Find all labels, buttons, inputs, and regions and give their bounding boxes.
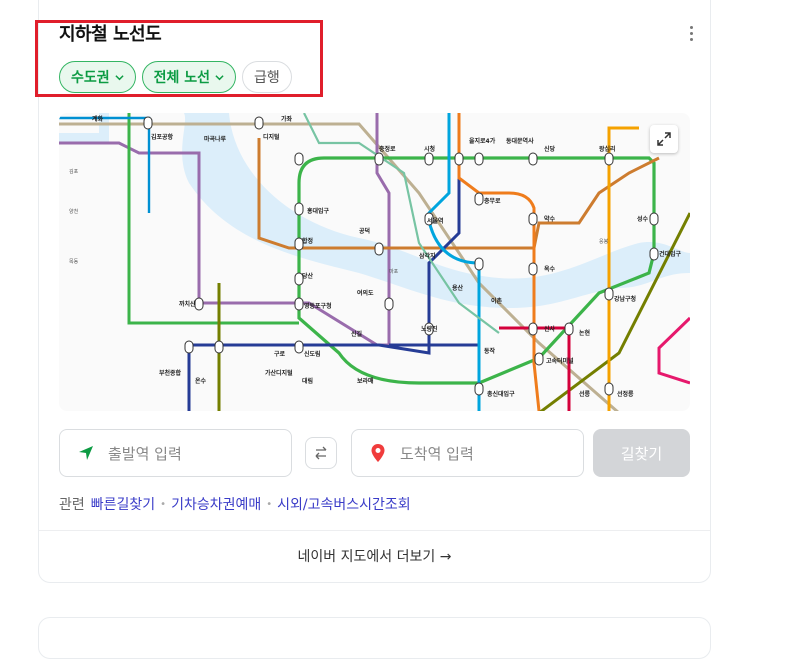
related-links: 관련 빠른길찾기 • 기차승차권예매 • 시외/고속버스시간조회 — [59, 494, 411, 514]
map-station-label: 건대입구 — [659, 250, 682, 258]
map-station-label: 충무로 — [484, 197, 501, 205]
map-station-label: 이촌 — [491, 297, 503, 305]
related-link-train-ticket[interactable]: 기차승차권예매 — [171, 494, 261, 514]
map-station-label: 을지로4가 — [469, 137, 496, 145]
location-arrow-icon — [79, 446, 93, 460]
highlight-box — [35, 20, 323, 97]
map-station-label: 부천종합 — [159, 369, 182, 377]
map-station-label: 고속터미널 — [546, 357, 574, 365]
map-station-label: 김포공항 — [151, 133, 174, 141]
map-station-label: 대림 — [302, 377, 313, 385]
map-station-label: 영등포구청 — [304, 302, 332, 310]
map-station-label: 보라매 — [357, 377, 374, 385]
map-station-label: 서울역 — [427, 217, 444, 225]
map-station-label: 동대문역사 — [506, 137, 534, 145]
map-station-label: 온수 — [195, 377, 207, 385]
map-station-label: 총신대입구 — [487, 390, 515, 398]
map-station-label: 공덕 — [359, 227, 370, 235]
map-station-label: 양천 — [69, 208, 79, 215]
map-station-label: 구로 — [274, 351, 286, 358]
map-station-label: 합정 — [302, 237, 313, 245]
map-station-label: 신사 — [544, 325, 556, 333]
related-link-bus-schedule[interactable]: 시외/고속버스시간조회 — [277, 494, 411, 514]
map-station-label: 마포 — [389, 268, 399, 275]
map-station-label: 동작 — [484, 347, 496, 355]
swap-button[interactable] — [305, 437, 337, 469]
map-station-label: 약수 — [544, 215, 556, 223]
map-station-label: 논현 — [579, 329, 590, 337]
map-station-label: 당산 — [302, 272, 314, 280]
divider — [39, 530, 710, 531]
map-station-label: 여의도 — [357, 289, 374, 297]
next-card — [38, 617, 711, 659]
expand-icon — [657, 132, 671, 146]
map-station-label: 가산디지털 — [265, 369, 293, 377]
related-link-fast-route[interactable]: 빠른길찾기 — [91, 494, 155, 514]
separator-dot: • — [266, 498, 273, 510]
subway-map[interactable]: 계화 김포공항 마곡나루 디지털 가좌 충정로 시청 을지로4가 동대문역사 신… — [59, 113, 690, 411]
swap-icon — [315, 446, 327, 460]
departure-placeholder: 출발역 입력 — [108, 444, 182, 463]
map-station-label: 충정로 — [379, 145, 396, 153]
map-station-label: 노량진 — [421, 325, 438, 333]
subway-map-graphic: 계화 김포공항 마곡나루 디지털 가좌 충정로 시청 을지로4가 동대문역사 신… — [59, 113, 690, 411]
arrival-placeholder: 도착역 입력 — [400, 444, 474, 463]
subway-map-card: 지하철 노선도 수도권 전체 노선 급행 계화 김포공항 마곡나루 디지털 가좌… — [35, 0, 711, 583]
map-station-label: 계화 — [92, 115, 104, 123]
map-station-label: 김포 — [69, 168, 79, 175]
map-station-label: 신도림 — [304, 350, 321, 358]
map-station-label: 옥수 — [544, 265, 556, 273]
map-station-label: 신당 — [544, 145, 556, 153]
map-station-label: 신길 — [351, 330, 363, 338]
map-station-label: 까치산 — [179, 300, 196, 308]
more-options-icon[interactable] — [690, 26, 694, 42]
find-route-button[interactable]: 길찾기 — [593, 429, 690, 477]
map-station-label: 왕십리 — [599, 145, 616, 153]
separator-dot: • — [160, 498, 167, 510]
map-station-label: 디지털 — [263, 133, 280, 141]
departure-input[interactable]: 출발역 입력 — [59, 429, 292, 477]
map-pin-icon — [371, 444, 385, 462]
map-station-label: 응봉 — [599, 239, 609, 245]
map-station-label: 시청 — [424, 145, 435, 153]
map-station-label: 강남구청 — [614, 295, 636, 303]
related-label: 관련 — [59, 497, 85, 513]
map-station-label: 가좌 — [281, 115, 293, 123]
map-station-label: 마곡나루 — [204, 135, 227, 143]
map-station-label: 선정릉 — [617, 390, 634, 398]
map-station-label: 홍대입구 — [307, 207, 330, 215]
map-station-label: 삼각지 — [419, 252, 436, 260]
find-route-label: 길찾기 — [620, 444, 663, 463]
expand-map-button[interactable] — [650, 125, 678, 153]
map-station-label: 성수 — [637, 215, 649, 223]
map-station-label: 용산 — [452, 284, 464, 292]
more-in-naver-map-link[interactable]: 네이버 지도에서 더보기 → — [39, 546, 710, 566]
map-station-label: 목동 — [69, 259, 79, 265]
map-station-label: 선릉 — [579, 390, 591, 398]
arrival-input[interactable]: 도착역 입력 — [351, 429, 584, 477]
